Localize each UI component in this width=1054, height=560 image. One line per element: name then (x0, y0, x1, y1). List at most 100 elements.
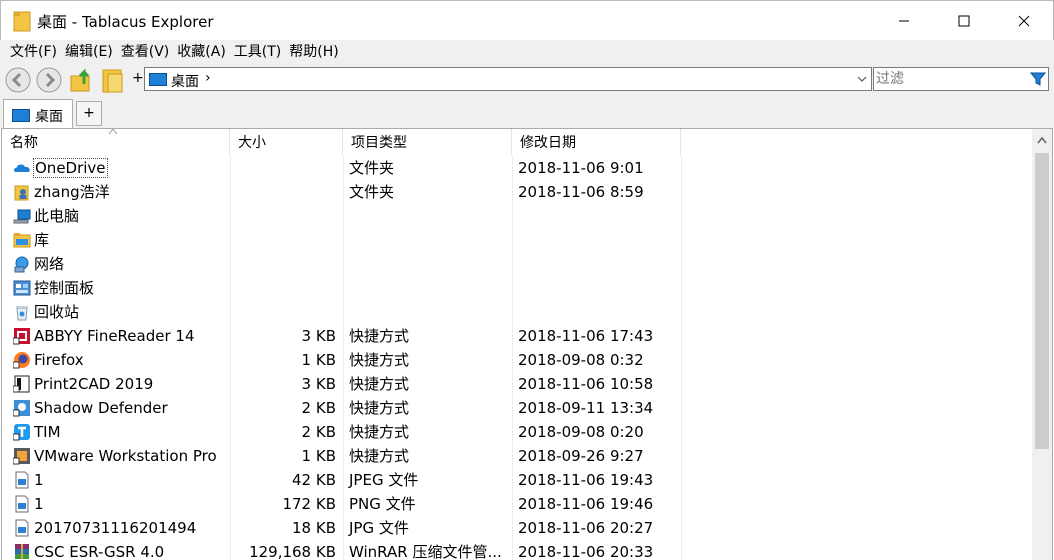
file-type: 文件夹 (349, 183, 395, 201)
file-type: 快捷方式 (349, 375, 410, 393)
up-folder-button[interactable] (68, 66, 96, 94)
menu-favorites[interactable]: 收藏(A) (173, 41, 230, 61)
column-header-type[interactable]: 项目类型 (343, 129, 512, 155)
file-size: 129,168 KB (249, 543, 336, 560)
user-folder-icon (13, 183, 31, 201)
file-name[interactable]: 回收站 (34, 300, 79, 324)
file-name-text: 网络 (34, 255, 65, 273)
file-row[interactable]: VMware Workstation Pro 1 KB 快捷方式 2018-09-26… (2, 444, 1032, 468)
file-name[interactable]: Firefox (34, 348, 84, 372)
file-size (230, 300, 336, 324)
folder-tree-button[interactable] (99, 66, 127, 94)
minimize-button[interactable] (881, 1, 927, 41)
file-size: 172 KB (282, 495, 336, 513)
address-breadcrumb[interactable]: 桌面 (171, 71, 199, 91)
file-type: 快捷方式 (349, 351, 410, 369)
forward-button[interactable] (35, 66, 63, 94)
address-bar[interactable]: 桌面 › (144, 67, 872, 91)
file-row[interactable]: TIM 2 KB 快捷方式 2018-09-08 0:20 (2, 420, 1032, 444)
file-date: 2018-11-06 19:43 (518, 471, 654, 489)
scrollbar-thumb[interactable] (1035, 153, 1049, 449)
file-row[interactable]: 1 42 KB JPEG 文件 2018-11-06 19:43 (2, 468, 1032, 492)
file-size: 1 KB (301, 351, 336, 369)
menu-help[interactable]: 帮助(H) (285, 41, 342, 61)
file-row[interactable]: Firefox 1 KB 快捷方式 2018-09-08 0:32 (2, 348, 1032, 372)
desktop-icon (149, 73, 167, 86)
file-date: 2018-11-06 8:59 (518, 183, 644, 201)
file-date: 2018-11-06 10:58 (518, 375, 654, 393)
window-title: 桌面 - Tablacus Explorer (37, 13, 214, 31)
desktop-icon (12, 109, 30, 122)
column-header-size[interactable]: 大小 (230, 129, 343, 155)
close-icon (1018, 15, 1030, 27)
file-row[interactable]: 网络 (2, 252, 1032, 276)
file-name[interactable]: 此电脑 (34, 204, 79, 228)
file-name[interactable]: Shadow Defender (34, 396, 168, 420)
file-row[interactable]: Print2CAD 2019 3 KB 快捷方式 2018-11-06 10:58 (2, 372, 1032, 396)
breadcrumb-separator[interactable]: › (205, 70, 211, 86)
tab-desktop[interactable]: 桌面 (3, 99, 73, 128)
scroll-up-button[interactable] (1032, 129, 1052, 151)
image-file-icon (13, 519, 31, 537)
file-date: 2018-09-26 9:27 (518, 447, 644, 465)
file-name-text: TIM (34, 423, 61, 441)
file-name[interactable]: VMware Workstation Pro (34, 444, 217, 468)
file-row[interactable]: OneDrive 文件夹 2018-11-06 9:01 (2, 156, 1032, 180)
file-date: 2018-11-06 19:46 (518, 495, 654, 513)
file-name[interactable]: OneDrive (33, 156, 108, 180)
file-row[interactable]: 1 172 KB PNG 文件 2018-11-06 19:46 (2, 492, 1032, 516)
menu-edit[interactable]: 编辑(E) (61, 41, 117, 61)
file-name[interactable]: 1 (34, 468, 44, 492)
new-tab-button[interactable]: + (76, 101, 102, 126)
toolbar: + 桌面 › (0, 62, 1054, 96)
file-name[interactable]: 20170731116201494 (34, 516, 196, 540)
file-name-text: Firefox (34, 351, 84, 369)
file-name[interactable]: Print2CAD 2019 (34, 372, 153, 396)
file-type: 快捷方式 (349, 399, 410, 417)
chevron-down-icon[interactable] (855, 72, 869, 86)
row-container: OneDrive 文件夹 2018-11-06 9:01 zhang浩洋 文件夹 2018… (2, 156, 1032, 560)
file-name[interactable]: 1 (34, 492, 44, 516)
filter-input[interactable] (873, 67, 1049, 91)
file-date: 2018-11-06 20:33 (518, 543, 654, 560)
maximize-button[interactable] (941, 1, 987, 41)
file-size: 2 KB (301, 423, 336, 441)
file-name[interactable]: 库 (34, 228, 49, 252)
file-name[interactable]: TIM (34, 420, 61, 444)
file-row[interactable]: ABBYY FineReader 14 3 KB 快捷方式 2018-11-06 17… (2, 324, 1032, 348)
file-name[interactable]: 控制面板 (34, 276, 94, 300)
menu-file[interactable]: 文件(F) (6, 41, 61, 61)
file-row[interactable]: CSC ESR-GSR 4.0 129,168 KB WinRAR 压缩文件管...… (2, 540, 1032, 560)
back-button[interactable] (4, 66, 32, 94)
file-type: 快捷方式 (349, 327, 410, 345)
recycle-bin-icon (13, 303, 31, 321)
add-favorite-label[interactable]: + (132, 70, 144, 86)
onedrive-icon (13, 159, 31, 177)
vertical-scrollbar[interactable] (1032, 129, 1052, 560)
file-row[interactable]: zhang浩洋 文件夹 2018-11-06 8:59 (2, 180, 1032, 204)
file-row[interactable]: 此电脑 (2, 204, 1032, 228)
column-header-date[interactable]: 修改日期 (512, 129, 681, 155)
file-row[interactable]: 控制面板 (2, 276, 1032, 300)
file-row[interactable]: 库 (2, 228, 1032, 252)
file-size (230, 156, 336, 180)
menu-bar: 文件(F) 编辑(E) 查看(V) 收藏(A) 工具(T) 帮助(H) (0, 40, 1054, 62)
print2cad-icon (12, 375, 31, 393)
file-row[interactable]: 20170731116201494 18 KB JPG 文件 2018-11-06 2… (2, 516, 1032, 540)
menu-tools[interactable]: 工具(T) (230, 41, 285, 61)
computer-icon (13, 207, 31, 225)
file-row[interactable]: 回收站 (2, 300, 1032, 324)
file-size (230, 204, 336, 228)
menu-view[interactable]: 查看(V) (117, 41, 174, 61)
file-name[interactable]: ABBYY FineReader 14 (34, 324, 195, 348)
file-name[interactable]: CSC ESR-GSR 4.0 (34, 540, 164, 560)
filter-icon[interactable] (1030, 71, 1046, 87)
close-button[interactable] (1001, 1, 1047, 41)
file-name[interactable]: zhang浩洋 (34, 180, 110, 204)
file-row[interactable]: Shadow Defender 2 KB 快捷方式 2018-09-11 13:34 (2, 396, 1032, 420)
file-size (230, 252, 336, 276)
file-type: 文件夹 (349, 159, 395, 177)
file-date: 2018-11-06 9:01 (518, 159, 644, 177)
file-name-text: CSC ESR-GSR 4.0 (34, 543, 165, 560)
file-name[interactable]: 网络 (34, 252, 64, 276)
